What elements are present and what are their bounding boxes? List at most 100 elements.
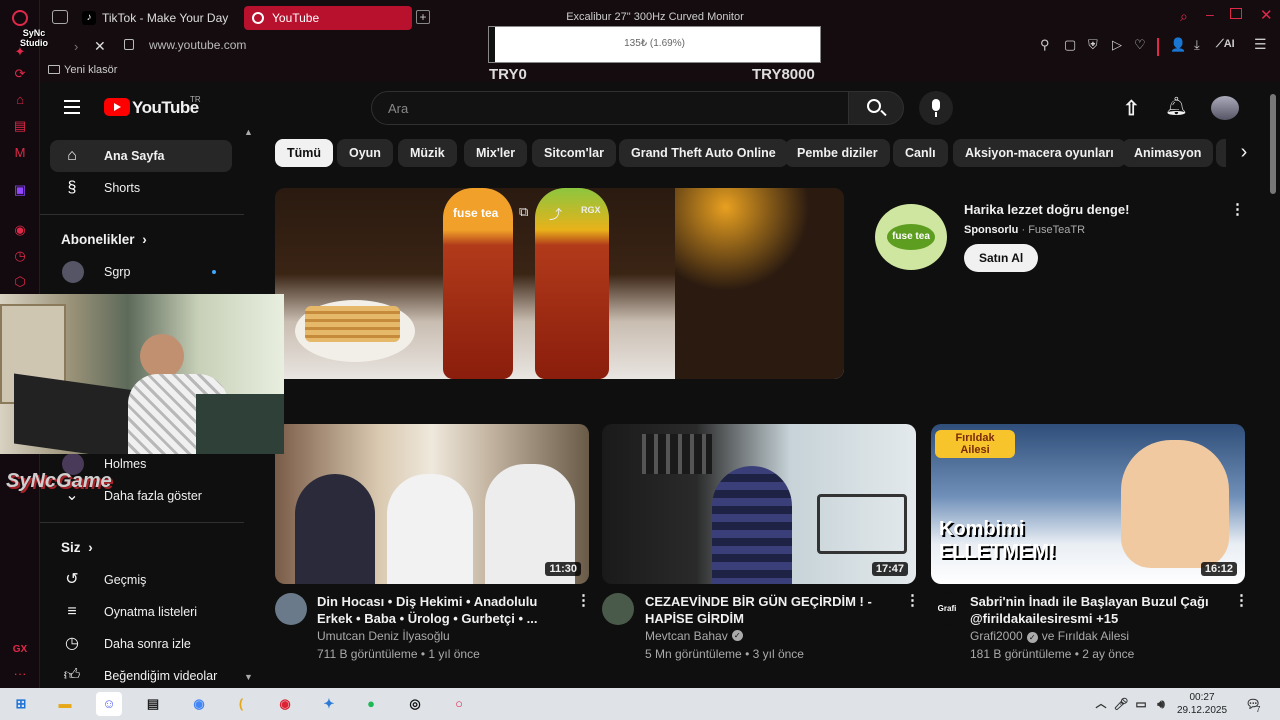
video-title[interactable]: CEZAEVİNDE BİR GÜN GEÇİRDİM ! - HAPİSE G… bbox=[645, 593, 895, 627]
minimize-button[interactable]: – bbox=[1206, 6, 1214, 22]
twitch-icon[interactable]: ▣ bbox=[12, 182, 28, 198]
sidebar-item-home[interactable]: ⌂ Ana Sayfa bbox=[50, 140, 232, 172]
maximize-button[interactable] bbox=[1230, 8, 1242, 19]
chip-all[interactable]: Tümü bbox=[275, 139, 334, 167]
collab-channel[interactable]: ve Fırıldak Ailesi bbox=[1042, 629, 1129, 643]
search-box[interactable]: Ara bbox=[371, 91, 849, 125]
youtube-logo-icon[interactable] bbox=[104, 98, 130, 116]
gx-corner-icon[interactable]: ⌂ bbox=[12, 92, 28, 108]
discord-icon[interactable]: ☺ bbox=[96, 692, 122, 716]
file-explorer-icon[interactable]: ▬ bbox=[52, 692, 78, 716]
channel-name[interactable]: Umutcan Deniz İlyasoğlu bbox=[317, 629, 450, 643]
menu-icon[interactable]: ☰ bbox=[1254, 36, 1267, 53]
search-input[interactable]: Ara bbox=[388, 101, 408, 116]
extensions-rail-icon[interactable]: ⬡ bbox=[12, 274, 28, 290]
chip-games[interactable]: Oyun bbox=[337, 139, 393, 167]
chip-live[interactable]: Canlı bbox=[893, 139, 948, 167]
notifications-icon[interactable]: 💬︎ bbox=[1240, 692, 1266, 716]
tab-youtube[interactable]: YouTube bbox=[244, 6, 412, 30]
search-button[interactable] bbox=[848, 91, 904, 125]
sidebar-item-playlists[interactable]: ≡ Oynatma listeleri bbox=[50, 596, 232, 628]
pin-icon[interactable]: ⚲ bbox=[1040, 37, 1050, 53]
url-field[interactable]: www.youtube.com bbox=[149, 38, 246, 52]
ad-menu-icon[interactable]: ⋮ bbox=[1230, 200, 1245, 218]
bookmark-folder[interactable]: Yeni klasör bbox=[64, 64, 117, 76]
tab-tiktok[interactable]: ♪ TikTok - Make Your Day bbox=[74, 6, 240, 30]
chip-sitcoms[interactable]: Sitcom'lar bbox=[532, 139, 616, 167]
sidebar-item-shorts[interactable]: § Shorts bbox=[50, 172, 232, 204]
youtube-logo-text[interactable]: YouTube bbox=[132, 98, 199, 118]
chip-animation[interactable]: Animasyon bbox=[1122, 139, 1214, 167]
obs-icon[interactable]: ◎ bbox=[402, 692, 428, 716]
sidebar-item-watch-later[interactable]: ◷ Daha sonra izle bbox=[50, 628, 232, 660]
clock[interactable]: 00:27 29.12.2025 bbox=[1170, 691, 1234, 717]
chip-soap-operas[interactable]: Pembe diziler bbox=[785, 139, 890, 167]
chip-music[interactable]: Müzik bbox=[398, 139, 457, 167]
download-icon[interactable]: ⤓ bbox=[1194, 37, 1200, 53]
chips-next-button[interactable]: › bbox=[1226, 134, 1262, 170]
forward-icon[interactable]: › bbox=[74, 39, 78, 54]
share-icon[interactable]: ⤴ bbox=[549, 204, 562, 223]
ad-thumbnail[interactable]: fuse tea ⧉ ⤴ RGX bbox=[275, 188, 844, 379]
more-icon[interactable]: ··· bbox=[12, 666, 28, 682]
snapshot-icon[interactable]: ▢ bbox=[1064, 37, 1076, 53]
chrome-icon[interactable]: ◉ bbox=[272, 692, 298, 716]
app-icon[interactable]: ✦ bbox=[316, 692, 342, 716]
popout-icon[interactable]: ⧉ bbox=[519, 204, 528, 220]
channel-avatar[interactable]: Grafi bbox=[931, 593, 963, 625]
opera-gx-icon[interactable]: ○ bbox=[446, 692, 472, 716]
scroll-down-icon[interactable]: ▼ bbox=[244, 672, 253, 682]
windows-start-icon[interactable]: ⊞ bbox=[8, 692, 34, 716]
video-thumbnail[interactable]: 11:30 bbox=[275, 424, 589, 584]
chip-gta-online[interactable]: Grand Theft Auto Online bbox=[619, 139, 788, 167]
buy-now-button[interactable]: Satın Al bbox=[964, 244, 1039, 272]
ad-title[interactable]: Harika lezzet doğru denge! bbox=[964, 202, 1129, 217]
app-icon[interactable]: ( bbox=[228, 692, 254, 716]
close-button[interactable]: ✕ bbox=[1260, 6, 1273, 24]
account-avatar[interactable] bbox=[1211, 96, 1239, 120]
gx-control-icon[interactable]: ⟳ bbox=[12, 66, 28, 82]
channel-avatar[interactable] bbox=[275, 593, 307, 625]
channel-name[interactable]: Mevtcan Bahav bbox=[645, 629, 728, 643]
scroll-up-icon[interactable]: ▲ bbox=[244, 127, 253, 137]
chip-action-adventure[interactable]: Aksiyon-macera oyunları bbox=[953, 139, 1126, 167]
advertiser-avatar[interactable]: fuse tea bbox=[875, 204, 947, 270]
video-title[interactable]: Din Hocası • Diş Hekimi • Anadolulu Erke… bbox=[317, 593, 567, 627]
sidebar-item-sgrp[interactable]: Sgrp bbox=[50, 256, 232, 288]
gx-player-icon[interactable]: ▤ bbox=[12, 118, 28, 134]
chrome-icon[interactable]: ◉ bbox=[186, 692, 212, 716]
new-tab-button[interactable]: + bbox=[416, 10, 430, 24]
hamburger-menu-icon[interactable] bbox=[64, 100, 80, 114]
player-icon[interactable]: ◉ bbox=[12, 222, 28, 238]
spotify-icon[interactable]: ● bbox=[358, 692, 384, 716]
stop-loading-icon[interactable]: ✕ bbox=[94, 38, 106, 55]
video-thumbnail[interactable]: 17:47 bbox=[602, 424, 916, 584]
video-menu-icon[interactable]: ⋮ bbox=[905, 592, 920, 610]
voice-search-button[interactable] bbox=[919, 91, 953, 125]
video-menu-icon[interactable]: ⋮ bbox=[1234, 592, 1249, 610]
notifications-bell-icon[interactable]: 🔔︎ bbox=[1165, 96, 1188, 117]
you-header[interactable]: Siz › bbox=[61, 540, 93, 555]
page-scrollbar[interactable] bbox=[1270, 94, 1276, 194]
app-icon[interactable]: ▤ bbox=[140, 692, 166, 716]
chip-mixes[interactable]: Mix'ler bbox=[464, 139, 528, 167]
profile-icon[interactable]: 👤 bbox=[1170, 37, 1186, 53]
workspaces-icon[interactable] bbox=[52, 10, 68, 24]
aria-ai-button[interactable]: ⟋AI bbox=[1216, 38, 1235, 51]
channel-name[interactable]: Grafi2000 bbox=[970, 629, 1023, 643]
history-rail-icon[interactable]: ◷ bbox=[12, 248, 28, 264]
search-tabs-icon[interactable]: ⌕ bbox=[1180, 8, 1188, 25]
gx-mail-icon[interactable]: M bbox=[12, 145, 28, 161]
sidebar-item-liked-videos[interactable]: 👍︎ Beğendiğim videolar bbox=[50, 660, 232, 688]
channel-avatar[interactable] bbox=[602, 593, 634, 625]
subscriptions-header[interactable]: Abonelikler › bbox=[61, 232, 147, 247]
video-menu-icon[interactable]: ⋮ bbox=[576, 592, 591, 610]
heart-icon[interactable]: ♡ bbox=[1134, 37, 1146, 53]
play-icon[interactable]: ▷ bbox=[1112, 37, 1122, 53]
video-title[interactable]: Sabri'nin İnadı ile Başlayan Buzul Çağı … bbox=[970, 593, 1232, 627]
opera-gx-logo-icon[interactable] bbox=[12, 10, 28, 26]
video-thumbnail[interactable]: Fırıldak Ailesi Kombimi ELLETMEM! 16:12 bbox=[931, 424, 1245, 584]
upload-icon[interactable]: ⇧ bbox=[1123, 96, 1140, 121]
sidebar-item-history[interactable]: ↺ Geçmiş bbox=[50, 564, 232, 596]
adblock-icon[interactable]: ⛨ bbox=[1088, 37, 1098, 53]
